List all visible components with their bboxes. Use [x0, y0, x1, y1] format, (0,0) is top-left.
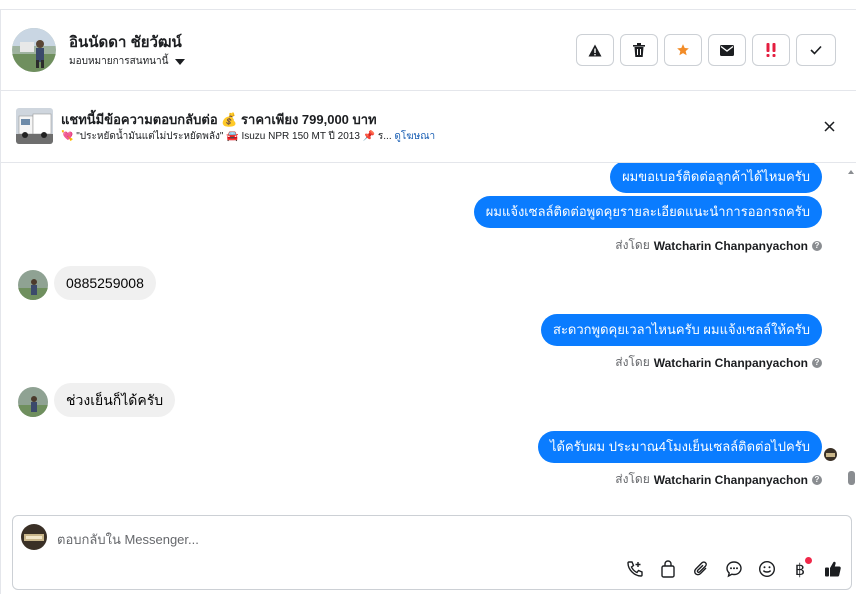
- baht-icon: ฿: [794, 559, 806, 579]
- call-button[interactable]: [625, 558, 645, 580]
- double-exclamation-icon: [766, 43, 776, 57]
- message-thread[interactable]: ผมขอเบอร์ติดต่อลูกค้าได้ไหมครับ ผมแจ้งเซ…: [1, 163, 856, 513]
- envelope-icon: [720, 44, 734, 56]
- warning-icon: [588, 44, 602, 56]
- ad-description: 💘 "ประหยัดน้ำมันแต่ไม่ประหยัดพลัง" 🚘 Isu…: [61, 131, 392, 142]
- reply-input[interactable]: [57, 530, 557, 548]
- info-icon[interactable]: ?: [812, 357, 822, 368]
- sender-name: Watcharin Chanpanyachon: [653, 355, 808, 370]
- message-bubble-incoming[interactable]: ช่วงเย็นก็ได้ครับ: [54, 383, 176, 417]
- shopping-bag-icon: [661, 560, 675, 578]
- message-bubble-outgoing[interactable]: ได้ครับผม ประมาณ4โมงเย็นเซลล์ติดต่อไปครั…: [538, 431, 822, 463]
- ad-subtitle: 💘 "ประหยัดน้ำมันแต่ไม่ประหยัดพลัง" 🚘 Isu…: [61, 129, 435, 144]
- inbox-conversation-panel: อินนัดดา ชัยวัฒน์ มอบหมายการสนทนานี้ แชท…: [0, 0, 856, 594]
- attach-button[interactable]: [691, 558, 711, 580]
- message-bubble-outgoing[interactable]: ผมขอเบอร์ติดต่อลูกค้าได้ไหมครับ: [610, 163, 822, 193]
- mark-unread-button[interactable]: [708, 34, 746, 66]
- checkmark-icon: [810, 45, 822, 55]
- message-bubble-outgoing[interactable]: ผมแจ้งเซลล์ติดต่อพูดคุยรายละเอียดแนะนำกา…: [473, 196, 822, 228]
- mark-done-button[interactable]: [796, 34, 836, 66]
- saved-replies-button[interactable]: [724, 558, 744, 580]
- sent-by-prefix: ส่งโดย: [615, 355, 650, 369]
- ad-context-banner: แชทนี้มีข้อความตอบกลับต่อ 💰 ราคาเพียง 79…: [1, 91, 856, 162]
- contact-avatar-small[interactable]: [18, 387, 48, 417]
- contact-name[interactable]: อินนัดดา ชัยวัฒน์: [69, 30, 182, 54]
- conversation-header: อินนัดดา ชัยวัฒน์ มอบหมายการสนทนานี้: [1, 10, 856, 90]
- sender-name: Watcharin Chanpanyachon: [653, 472, 808, 487]
- thread-scrollbar[interactable]: [846, 163, 856, 513]
- ad-thumbnail[interactable]: [16, 108, 53, 144]
- sent-by-prefix: ส่งโดย: [615, 472, 650, 486]
- delete-button[interactable]: [620, 34, 658, 66]
- notification-dot: [805, 557, 812, 564]
- paperclip-icon: [694, 561, 707, 576]
- sent-by-label: ส่งโดย Watcharin Chanpanyachon ?: [615, 236, 822, 255]
- like-button[interactable]: [823, 558, 843, 580]
- page-avatar: [21, 524, 47, 550]
- close-ad-button[interactable]: [820, 117, 838, 135]
- sent-by-label: ส่งโดย Watcharin Chanpanyachon ?: [615, 470, 822, 489]
- payment-button[interactable]: ฿: [790, 557, 812, 580]
- sender-name: Watcharin Chanpanyachon: [653, 238, 808, 253]
- reply-composer: ฿: [12, 515, 852, 590]
- info-icon[interactable]: ?: [812, 240, 822, 251]
- emoji-icon: [758, 560, 776, 578]
- report-spam-button[interactable]: [576, 34, 614, 66]
- thumbs-up-icon: [825, 561, 841, 577]
- shop-button[interactable]: [658, 558, 678, 580]
- scroll-thumb[interactable]: [848, 471, 855, 485]
- star-icon: [677, 44, 689, 56]
- scroll-up-arrow[interactable]: [848, 170, 854, 174]
- seen-indicator-avatar: [824, 448, 837, 461]
- close-icon: [823, 120, 835, 132]
- trash-icon: [633, 43, 645, 57]
- contact-avatar-small[interactable]: [18, 270, 48, 300]
- sent-by-prefix: ส่งโดย: [615, 238, 650, 252]
- emoji-button[interactable]: [757, 558, 777, 580]
- message-bubble-incoming[interactable]: 0885259008: [54, 266, 156, 300]
- assign-label: มอบหมายการสนทนานี้: [69, 56, 169, 67]
- composer-toolbar: ฿: [625, 557, 843, 580]
- view-ad-link[interactable]: ดูโฆษณา: [394, 131, 435, 142]
- chat-bubble-icon: [726, 561, 742, 578]
- phone-plus-icon: [627, 561, 643, 577]
- contact-avatar[interactable]: [12, 28, 56, 72]
- chevron-down-icon: [175, 58, 186, 65]
- sent-by-label: ส่งโดย Watcharin Chanpanyachon ?: [615, 353, 822, 372]
- ad-title: แชทนี้มีข้อความตอบกลับต่อ 💰 ราคาเพียง 79…: [61, 112, 377, 127]
- assign-conversation-dropdown[interactable]: มอบหมายการสนทนานี้: [69, 54, 186, 69]
- follow-up-button[interactable]: [752, 34, 790, 66]
- star-button[interactable]: [664, 34, 702, 66]
- message-bubble-outgoing[interactable]: สะดวกพูดคุยเวลาไหนครับ ผมแจ้งเซลล์ให้ครั…: [541, 314, 822, 346]
- header-actions: [576, 34, 836, 66]
- info-icon[interactable]: ?: [812, 474, 822, 485]
